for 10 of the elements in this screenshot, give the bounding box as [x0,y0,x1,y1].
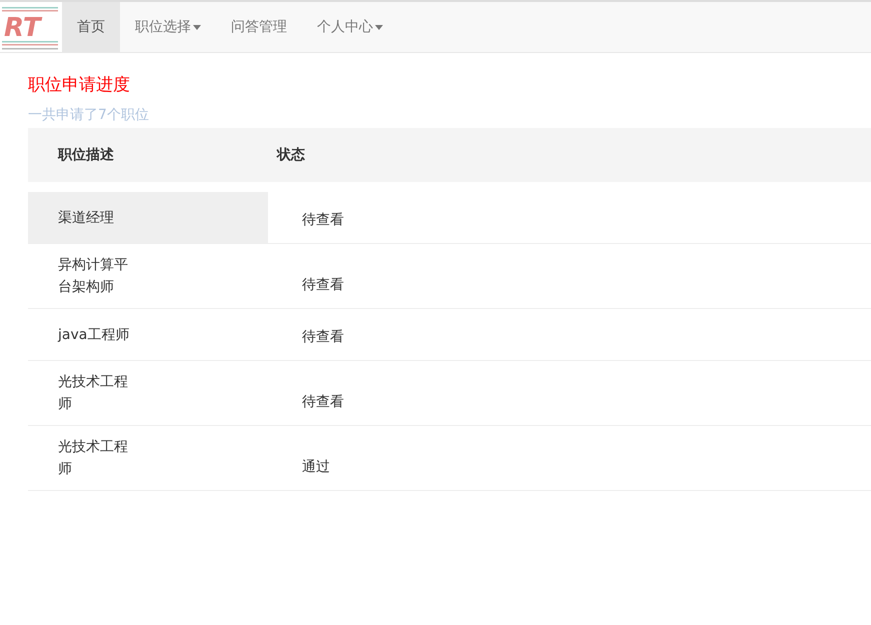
nav-tab[interactable]: 问答管理 [216,2,302,52]
nav-tab[interactable]: 首页 [62,2,120,52]
page-title: 职位申请进度 [28,74,131,96]
logo-drawing: RT [0,2,62,52]
nav-tab[interactable]: 职位选择 [120,2,216,52]
nav-tab[interactable]: 个人中心 [302,2,398,52]
summary-text: 一共申请了7个职位 [28,106,150,124]
table-cell: 渠道经理 [28,192,268,244]
column-header: 状态 [268,128,871,182]
column-header: 职位描述 [28,128,268,182]
